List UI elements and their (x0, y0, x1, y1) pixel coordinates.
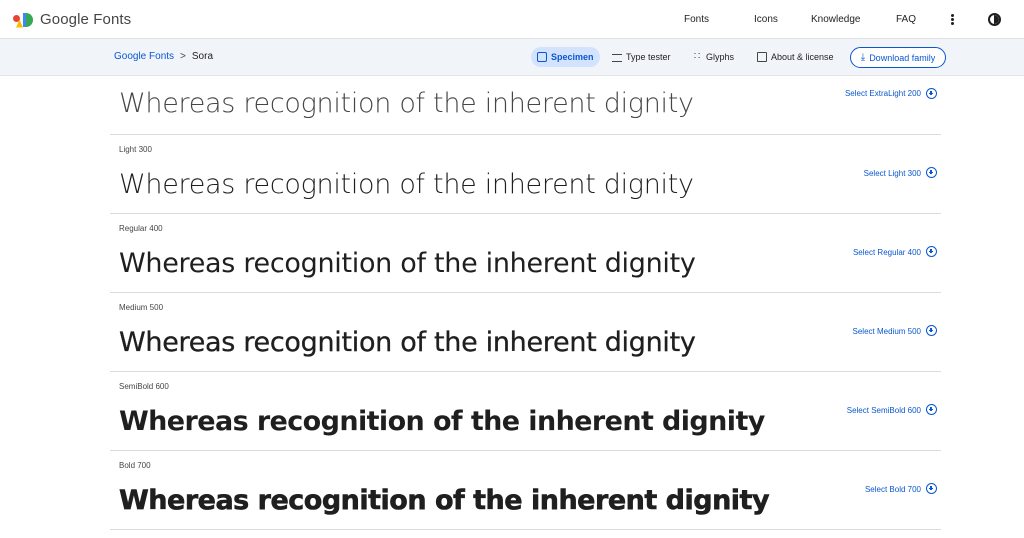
more-vert-icon[interactable] (951, 14, 955, 26)
download-family-button[interactable]: ⤓ Download family (850, 47, 946, 68)
glyphs-icon: ∷ (693, 51, 701, 62)
style-row-semibold: SemiBold 600 Whereas recognition of the … (110, 372, 941, 451)
download-family-label: Download family (869, 52, 936, 63)
style-label: Bold 700 (119, 461, 151, 470)
breadcrumb-separator: > (180, 51, 186, 62)
nav-icons[interactable]: Icons (754, 14, 778, 25)
download-icon: ⤓ (860, 52, 866, 63)
style-row-regular: Regular 400 Whereas recognition of the i… (110, 214, 941, 293)
select-style-button[interactable]: Select Medium 500 (853, 327, 921, 336)
tab-type-tester-label: Type tester (626, 52, 671, 62)
style-sample: Whereas recognition of the inherent dign… (119, 485, 770, 517)
add-circle-icon[interactable] (926, 88, 937, 99)
breadcrumb-current: Sora (191, 51, 214, 62)
tab-specimen-label: Specimen (551, 52, 594, 62)
tab-type-tester[interactable]: Type tester (606, 47, 677, 67)
select-style-button[interactable]: Select SemiBold 600 (847, 406, 921, 415)
nav-knowledge[interactable]: Knowledge (811, 14, 860, 25)
tab-glyphs-label: Glyphs (706, 52, 735, 62)
google-fonts-logo-icon (13, 12, 33, 28)
breadcrumb: Google Fonts > Sora (114, 51, 213, 62)
style-label: SemiBold 600 (119, 382, 169, 391)
style-row-medium: Medium 500 Whereas recognition of the in… (110, 293, 941, 372)
add-circle-icon[interactable] (926, 483, 937, 494)
style-sample: Whereas recognition of the inherent dign… (119, 88, 694, 119)
add-circle-icon[interactable] (926, 325, 937, 336)
add-circle-icon[interactable] (926, 167, 937, 178)
select-style-button[interactable]: Select Regular 400 (853, 248, 921, 257)
nav-faq[interactable]: FAQ (896, 14, 916, 25)
style-row-light: Light 300 Whereas recognition of the inh… (110, 135, 941, 214)
select-style-button[interactable]: Select ExtraLight 200 (845, 89, 921, 98)
specimen-icon (537, 52, 547, 62)
article-icon (757, 52, 767, 62)
tab-glyphs[interactable]: ∷ Glyphs (686, 47, 740, 67)
style-row-bold: Bold 700 Whereas recognition of the inhe… (110, 451, 941, 530)
logo-text: Google Fonts (40, 11, 132, 28)
style-row-extralight: Whereas recognition of the inherent dign… (110, 76, 941, 135)
breadcrumb-google-fonts[interactable]: Google Fonts (114, 51, 174, 62)
brightness-icon[interactable] (988, 13, 1001, 26)
add-circle-icon[interactable] (926, 404, 937, 415)
style-label: Medium 500 (119, 303, 164, 312)
add-circle-icon[interactable] (926, 246, 937, 257)
top-app-bar: Google Fonts Fonts Icons Knowledge FAQ (0, 0, 1024, 39)
style-sample: Whereas recognition of the inherent dign… (119, 327, 696, 358)
tab-specimen[interactable]: Specimen (531, 47, 600, 67)
google-fonts-logo[interactable]: Google Fonts (13, 11, 131, 28)
select-style-button[interactable]: Select Light 300 (864, 169, 921, 178)
tune-icon (612, 53, 622, 62)
style-sample: Whereas recognition of the inherent dign… (119, 248, 696, 279)
style-label: Regular 400 (119, 224, 163, 233)
tab-about-license-label: About & license (771, 52, 834, 62)
family-toolbar: Google Fonts > Sora Specimen Type tester… (0, 39, 1024, 76)
select-style-button[interactable]: Select Bold 700 (865, 485, 921, 494)
tab-about-license[interactable]: About & license (751, 47, 840, 67)
style-label: Light 300 (119, 145, 152, 154)
style-sample: Whereas recognition of the inherent dign… (119, 406, 765, 437)
style-sample: Whereas recognition of the inherent dign… (119, 169, 694, 200)
nav-fonts[interactable]: Fonts (684, 14, 709, 25)
